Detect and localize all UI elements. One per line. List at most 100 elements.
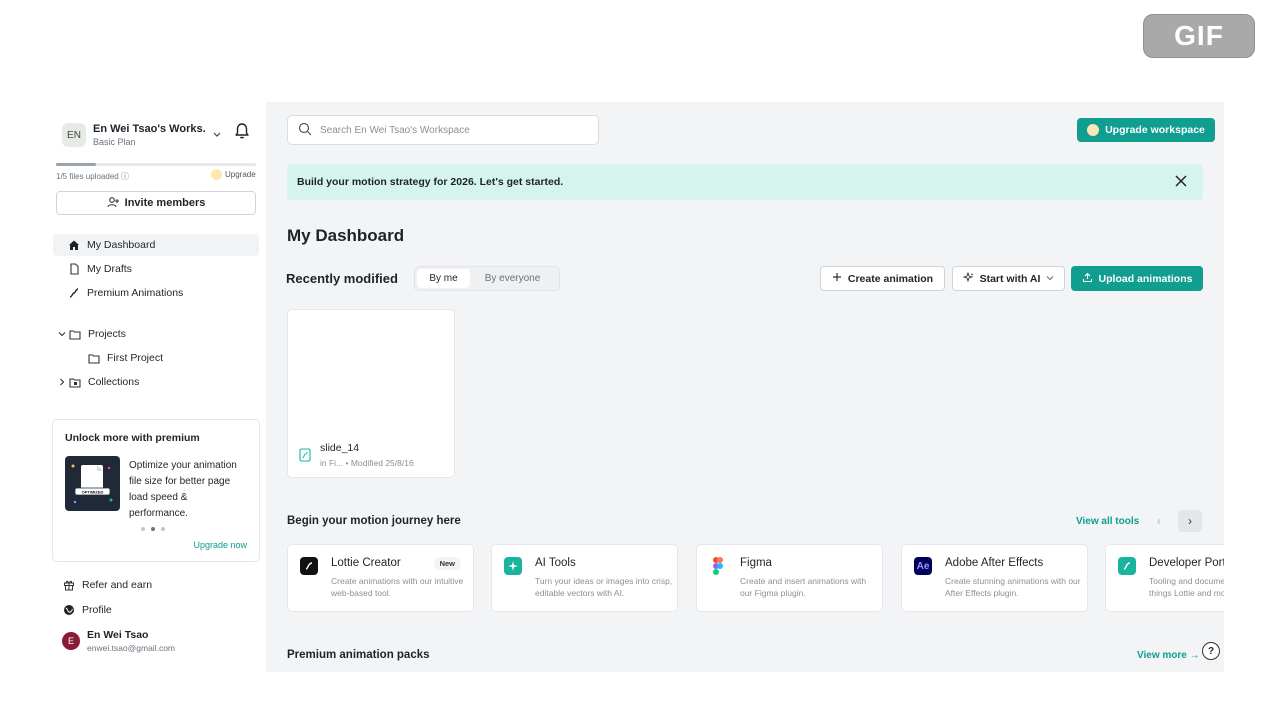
chevron-right-icon[interactable]: › (1178, 510, 1202, 532)
search-placeholder: Search En Wei Tsao's Workspace (320, 124, 470, 136)
sidebar-item-label: Premium Animations (87, 287, 184, 299)
lottie-file-icon (299, 448, 311, 467)
journey-heading: Begin your motion journey here (287, 515, 461, 527)
tool-card-after-effects[interactable]: Ae Adobe After Effects Create stunning a… (901, 544, 1088, 612)
figma-icon (709, 557, 727, 575)
close-icon[interactable] (1173, 173, 1189, 192)
carousel-dot-active[interactable] (151, 527, 155, 531)
sidebar-item-collections[interactable]: Collections (53, 371, 259, 393)
workspace-text: En Wei Tsao's Works... Basic Plan (93, 123, 205, 147)
workspace-plan: Basic Plan (93, 137, 136, 147)
recently-modified-heading: Recently modified (286, 271, 398, 286)
tool-card-lottie-creator[interactable]: Lottie Creator New Create animations wit… (287, 544, 474, 612)
search-input[interactable]: Search En Wei Tsao's Workspace (287, 115, 599, 145)
add-user-icon (107, 196, 119, 211)
plus-icon (832, 272, 842, 285)
chevron-down-icon (58, 330, 68, 338)
invite-members-button[interactable]: Invite members (56, 191, 256, 215)
premium-card-description: Optimize your animation file size for be… (129, 460, 237, 519)
coin-icon (1087, 124, 1100, 136)
refer-and-earn-link[interactable]: Refer and earn (62, 576, 152, 594)
tool-name: Developer Portal (1149, 557, 1224, 569)
sidebar-item-drafts[interactable]: My Drafts (53, 258, 259, 280)
tab-by-me[interactable]: By me (417, 269, 470, 288)
user-account[interactable]: E En Wei Tsao enwei.tsao@gmail.com (62, 629, 175, 653)
upgrade-now-link[interactable]: Upgrade now (193, 540, 247, 550)
gift-icon (62, 579, 76, 591)
tool-description: Turn your ideas or images into crisp, ed… (535, 576, 673, 598)
upgrade-coin-icon (211, 169, 222, 180)
bell-icon[interactable] (234, 122, 250, 145)
avatar: E (62, 632, 80, 650)
upgrade-workspace-button[interactable]: Upgrade workspace (1077, 118, 1215, 142)
info-icon: ⓘ (120, 172, 129, 181)
collection-folder-icon (68, 377, 82, 388)
create-animation-label: Create animation (847, 272, 934, 285)
tool-description: Create and insert animations with our Fi… (740, 576, 867, 598)
carousel-dot[interactable] (161, 527, 165, 531)
document-icon (67, 263, 81, 275)
user-email: enwei.tsao@gmail.com (87, 643, 175, 653)
file-meta: in Fi... • Modified 25/8/16 (320, 458, 414, 468)
carousel-dots[interactable] (141, 527, 165, 531)
usage-progress-bar (56, 163, 256, 166)
ownership-filter: By me By everyone (414, 266, 560, 291)
optimize-illustration: OPTIMIZED (65, 456, 120, 511)
sidebar-item-label: First Project (107, 352, 164, 364)
chevron-right-icon (58, 378, 68, 386)
premium-packs-heading: Premium animation packs (287, 649, 430, 661)
start-with-ai-label: Start with AI (979, 272, 1041, 285)
banner-text: Build your motion strategy for 2026. Let… (297, 176, 564, 188)
animation-file-card[interactable]: slide_14 in Fi... • Modified 25/8/16 (287, 309, 455, 478)
workspace-switcher[interactable]: EN En Wei Tsao's Works... Basic Plan (62, 121, 258, 149)
developer-portal-icon (1118, 557, 1136, 575)
upload-icon (1082, 272, 1093, 286)
profile-label: Profile (82, 604, 112, 616)
folder-icon (87, 353, 101, 364)
tab-by-everyone[interactable]: By everyone (470, 269, 555, 288)
usage-progress-fill (56, 163, 96, 166)
sidebar-item-first-project[interactable]: First Project (53, 347, 259, 369)
chevron-down-icon (1046, 273, 1054, 285)
profile-link[interactable]: Profile (62, 601, 112, 619)
home-icon (67, 239, 81, 251)
tool-description: Create stunning animations with our Afte… (945, 576, 1081, 598)
lottie-icon (67, 287, 81, 299)
tool-card-developer-portal[interactable]: Developer Portal Tooling and documentati… (1105, 544, 1224, 612)
chevron-down-icon (212, 129, 222, 142)
globe-icon (62, 604, 76, 616)
view-all-tools-link[interactable]: View all tools (1076, 516, 1139, 527)
create-animation-button[interactable]: Create animation (820, 266, 945, 291)
sidebar-item-dashboard[interactable]: My Dashboard (53, 234, 259, 256)
tool-description: Tooling and documentation for all things… (1149, 576, 1224, 598)
tool-description: Create animations with our intuitive web… (331, 576, 464, 598)
upload-animations-button[interactable]: Upload animations (1071, 266, 1203, 291)
tool-card-figma[interactable]: Figma Create and insert animations with … (696, 544, 883, 612)
upgrade-link[interactable]: Upgrade (211, 169, 256, 180)
upgrade-workspace-label: Upgrade workspace (1105, 124, 1205, 136)
announcement-banner: Build your motion strategy for 2026. Let… (287, 164, 1203, 200)
workspace-name: En Wei Tsao's Works... (93, 123, 205, 135)
tool-card-ai-tools[interactable]: AI Tools Turn your ideas or images into … (491, 544, 678, 612)
sidebar-item-premium-animations[interactable]: Premium Animations (53, 282, 259, 304)
sidebar-item-projects[interactable]: Projects (53, 323, 259, 345)
lottie-creator-icon (300, 557, 318, 575)
optimized-label: OPTIMIZED (82, 490, 104, 495)
user-text: En Wei Tsao enwei.tsao@gmail.com (87, 629, 175, 653)
tool-name: Lottie Creator (331, 557, 401, 569)
sparkle-icon (962, 271, 974, 286)
gif-badge: GIF (1143, 14, 1255, 58)
page-title: My Dashboard (287, 226, 405, 245)
help-icon[interactable]: ? (1202, 642, 1220, 660)
carousel-dot[interactable] (141, 527, 145, 531)
usage-text: 1/5 files uploaded ⓘ (56, 172, 129, 181)
search-icon (298, 122, 312, 139)
chevron-left-icon[interactable]: ‹ (1147, 510, 1171, 532)
tool-name: AI Tools (535, 557, 576, 569)
tool-name: Figma (740, 557, 772, 569)
view-more-link[interactable]: View more → (1137, 650, 1200, 661)
user-name: En Wei Tsao (87, 629, 149, 641)
start-with-ai-button[interactable]: Start with AI (952, 266, 1065, 291)
view-more-label: View more (1137, 650, 1187, 661)
refer-label: Refer and earn (82, 579, 153, 591)
